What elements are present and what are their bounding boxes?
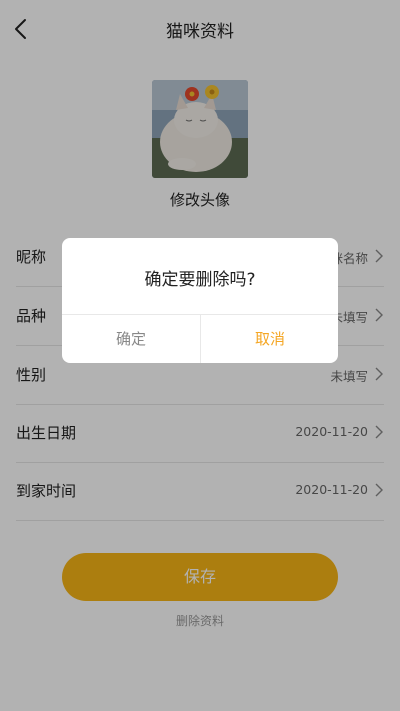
confirm-delete-dialog: 确定要删除吗? 确定 取消 <box>62 238 338 363</box>
dialog-confirm-button[interactable]: 确定 <box>62 315 200 363</box>
dialog-cancel-button[interactable]: 取消 <box>201 315 338 363</box>
dialog-message: 确定要删除吗? <box>144 270 256 290</box>
